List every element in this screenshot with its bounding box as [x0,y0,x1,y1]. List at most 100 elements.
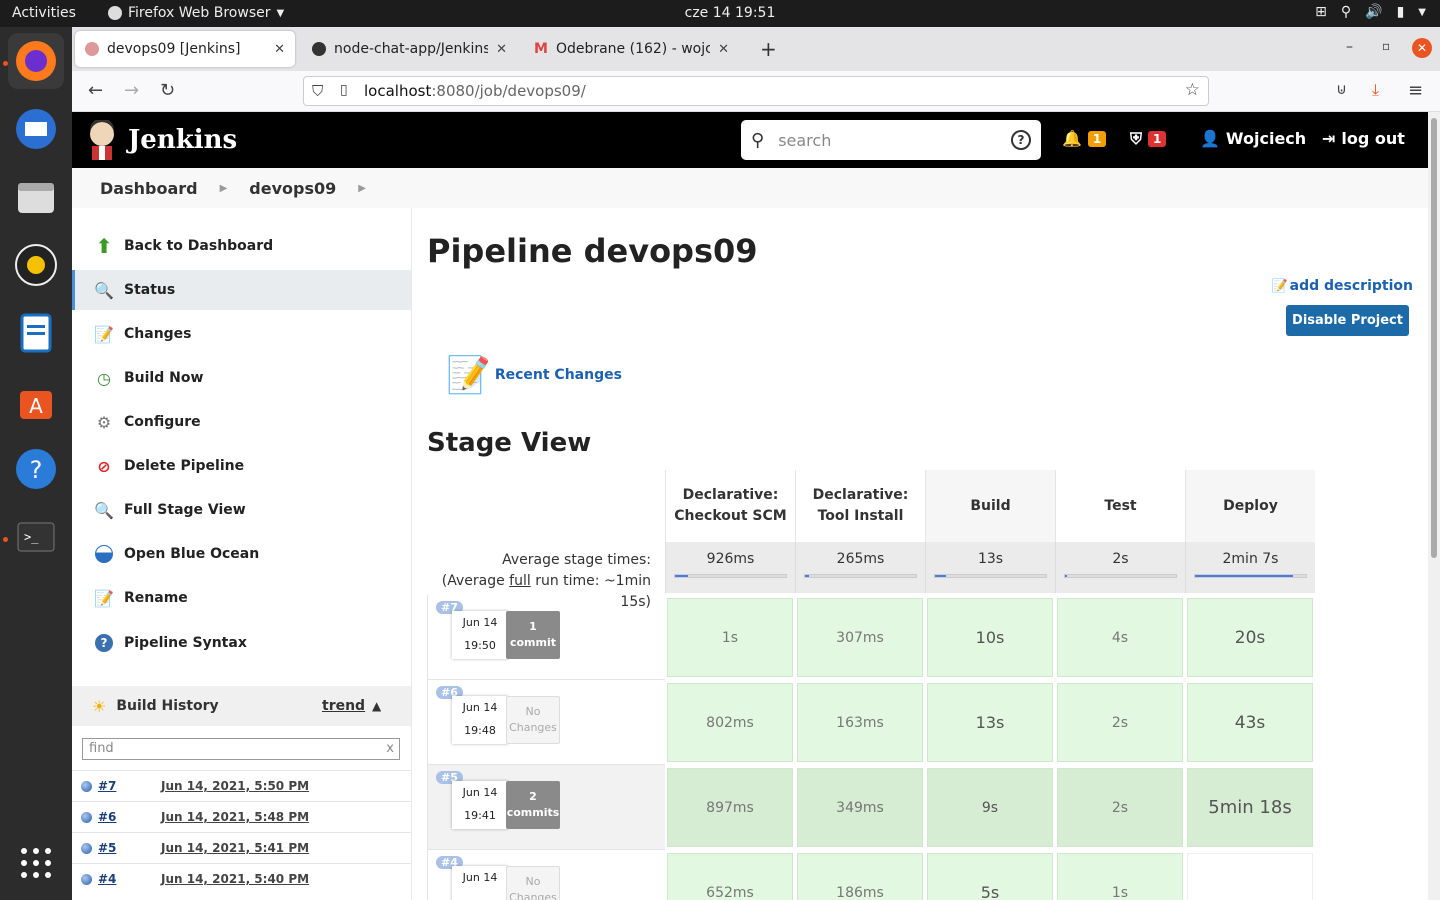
back-icon[interactable]: ← [88,80,103,101]
page-info-icon[interactable]: ▯ [340,82,348,98]
stage-duration-cell[interactable]: 2s [1057,683,1183,762]
tab-github[interactable]: node-chat-app/Jenkinsfile ✕ [302,31,517,67]
help-dock-icon[interactable]: ? [8,441,64,497]
breadcrumb-dashboard[interactable]: Dashboard [100,179,198,198]
notifications-button[interactable]: 🔔 1 [1062,129,1107,148]
security-button[interactable]: ⛨ 1 [1130,129,1167,149]
stage-duration-cell[interactable]: 10s [927,598,1053,677]
search-box[interactable]: ⚲ search ? [741,120,1041,160]
build-date-link[interactable]: Jun 14, 2021, 5:41 PM [161,841,309,855]
filter-input[interactable]: find [89,741,114,756]
terminal-dock-icon[interactable]: >_ [8,509,64,565]
clear-filter-icon[interactable]: x [386,739,394,759]
sidebar-item-full-stage-view[interactable]: 🔍 Full Stage View [72,490,411,530]
writer-dock-icon[interactable] [8,305,64,361]
sidebar-item-back-to-dashboard[interactable]: ⬆ Back to Dashboard [72,226,411,266]
sidebar-item-configure[interactable]: ⚙ Configure [72,402,411,442]
stage-duration-cell[interactable]: 43s [1187,683,1313,762]
stage-duration-cell[interactable]: 349ms [797,768,923,847]
maximize-icon[interactable]: ▫ [1382,39,1390,53]
sidebar-item-build-now[interactable]: ◷ Build Now [72,358,411,398]
breadcrumb-devops09[interactable]: devops09 [249,179,336,198]
sidebar-item-delete-pipeline[interactable]: ⊘ Delete Pipeline [72,446,411,486]
run-changes[interactable]: 1 commit [506,611,560,659]
add-description-link[interactable]: 📝 add description [1271,278,1413,294]
close-tab-icon[interactable]: ✕ [496,42,507,57]
stage-duration-cell[interactable]: 186ms [797,853,923,900]
files-dock-icon[interactable] [8,169,64,225]
stage-duration-cell[interactable]: 20s [1187,598,1313,677]
close-window-icon[interactable]: ✕ [1412,38,1432,58]
tab-gmail[interactable]: M Odebrane (162) - wojciech ✕ [524,31,739,67]
build-history-row[interactable]: #6 Jun 14, 2021, 5:48 PM [72,801,411,832]
firefox-dock-icon[interactable] [8,33,64,89]
clock[interactable]: cze 14 19:51 [670,5,790,21]
activities-button[interactable]: Activities [12,5,76,21]
new-tab-icon[interactable]: + [760,37,777,61]
sidebar-item-open-blue-ocean[interactable]: Open Blue Ocean [72,534,411,574]
stage-duration-cell[interactable]: 1s [667,598,793,677]
page-scrollbar[interactable] [1428,112,1440,900]
build-history-filter[interactable]: find x [82,738,400,760]
build-number-link[interactable]: #6 [98,810,116,824]
sidebar-item-pipeline-syntax[interactable]: ? Pipeline Syntax [72,623,411,663]
close-tab-icon[interactable]: ✕ [718,42,729,57]
bookmark-star-icon[interactable]: ☆ [1185,80,1200,100]
sidebar-item-rename[interactable]: 📝 Rename [72,578,411,618]
minimize-icon[interactable]: – [1346,39,1353,55]
sidebar-item-changes[interactable]: 📝 Changes [72,314,411,354]
trend-link[interactable]: trend [322,698,365,714]
rhythmbox-dock-icon[interactable] [8,237,64,293]
scrollbar-thumb[interactable] [1431,118,1437,558]
stage-duration-cell[interactable]: 163ms [797,683,923,762]
app-menu[interactable]: Firefox Web Browser ▼ [108,5,284,21]
jenkins-logo[interactable]: Jenkins [86,120,237,160]
disable-project-button[interactable]: Disable Project [1286,305,1409,336]
stage-duration-cell[interactable]: 2s [1057,768,1183,847]
full-run-link[interactable]: full [509,573,531,589]
stage-duration-cell[interactable]: 802ms [667,683,793,762]
user-link[interactable]: 👤 Wojciech [1200,129,1306,148]
system-tray[interactable]: ⊞ ⚲ 🔊 ▮ ▼ [1315,4,1426,20]
downloads-icon[interactable]: ⤓ [1372,80,1379,100]
chevron-right-icon[interactable]: ▶ [220,183,228,194]
menu-icon[interactable]: ≡ [1408,80,1423,101]
stage-duration-cell[interactable]: 5s [927,853,1053,900]
help-icon[interactable]: ? [1011,130,1031,150]
shield-icon[interactable]: ⛉ [312,82,323,100]
build-date-link[interactable]: Jun 14, 2021, 5:48 PM [161,810,309,824]
sidebar-item-status[interactable]: 🔍 Status [72,270,411,310]
build-date-link[interactable]: Jun 14, 2021, 5:40 PM [161,872,309,886]
stage-duration-cell[interactable]: 307ms [797,598,923,677]
stage-duration-cell[interactable]: 652ms [667,853,793,900]
collapse-icon[interactable]: ▲ [372,699,381,713]
software-dock-icon[interactable]: A [8,373,64,429]
search-input[interactable]: search [778,131,997,150]
url-bar[interactable]: ⛉ ▯ localhost:8080/job/devops09/ ☆ [303,76,1209,106]
close-tab-icon[interactable]: ✕ [274,42,285,57]
build-history-row[interactable]: #7 Jun 14, 2021, 5:50 PM [72,770,411,801]
build-number-link[interactable]: #5 [98,841,116,855]
stage-duration-cell[interactable]: 1s [1057,853,1183,900]
build-history-row[interactable]: #4 Jun 14, 2021, 5:40 PM [72,863,411,894]
reload-icon[interactable]: ↻ [160,80,175,101]
pocket-icon[interactable]: ⊍ [1336,80,1347,98]
chevron-right-icon[interactable]: ▶ [358,183,366,194]
stage-duration-cell[interactable]: 5min 18s [1187,768,1313,847]
forward-icon[interactable]: → [124,80,139,101]
stage-duration-cell[interactable]: 897ms [667,768,793,847]
stage-duration-cell[interactable]: 4s [1057,598,1183,677]
show-apps-icon[interactable] [8,835,64,891]
stage-duration-cell[interactable] [1187,853,1313,900]
tab-jenkins[interactable]: devops09 [Jenkins] ✕ [75,31,295,67]
build-date-link[interactable]: Jun 14, 2021, 5:50 PM [161,779,309,793]
stage-duration-cell[interactable]: 13s [927,683,1053,762]
recent-changes-link[interactable]: 📝 Recent Changes [446,354,622,396]
run-changes[interactable]: 2 commits [506,781,560,829]
build-number-link[interactable]: #4 [98,872,116,886]
logout-link[interactable]: ⇥ log out [1322,129,1405,148]
build-number-link[interactable]: #7 [98,779,116,793]
thunderbird-dock-icon[interactable] [8,101,64,157]
stage-duration-cell[interactable]: 9s [927,768,1053,847]
build-history-row[interactable]: #5 Jun 14, 2021, 5:41 PM [72,832,411,863]
